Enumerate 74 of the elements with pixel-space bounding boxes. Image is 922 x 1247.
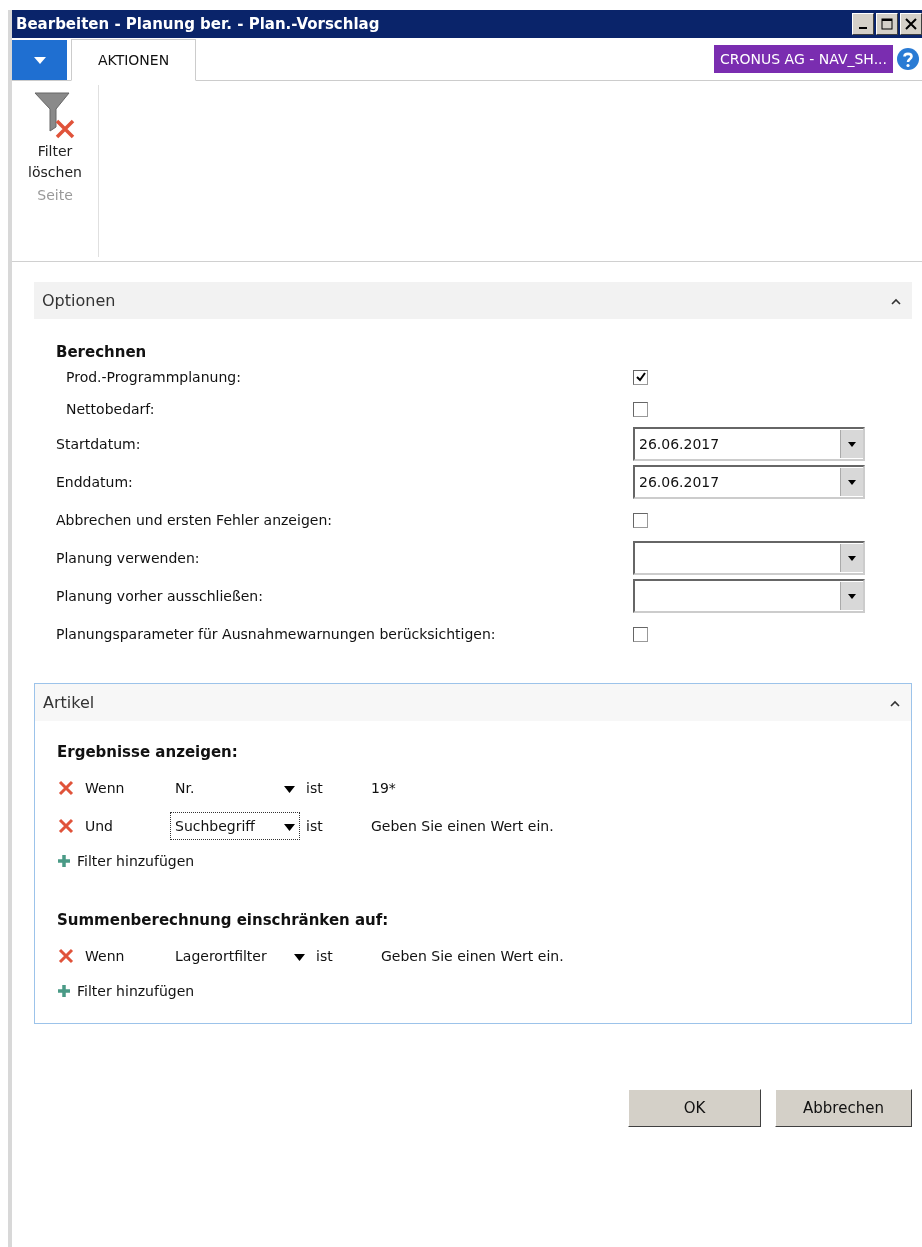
dropdown-button[interactable] bbox=[840, 544, 863, 572]
close-icon bbox=[905, 18, 917, 30]
field-label: Abbrechen und ersten Fehler anzeigen: bbox=[56, 512, 333, 528]
minimize-icon bbox=[859, 27, 867, 29]
caret-icon bbox=[284, 824, 295, 831]
add-filter-link[interactable]: Filter hinzufügen bbox=[57, 975, 195, 1007]
section-title: Artikel bbox=[43, 693, 95, 712]
filter-operator: Und bbox=[85, 818, 114, 834]
dropdown-field[interactable] bbox=[633, 579, 865, 613]
date-field[interactable]: 26.06.2017 bbox=[633, 465, 865, 499]
minimize-button[interactable] bbox=[852, 13, 874, 35]
field-label: Startdatum: bbox=[56, 436, 142, 452]
dropdown-button[interactable] bbox=[840, 430, 863, 458]
checkbox[interactable] bbox=[633, 512, 648, 528]
remove-icon[interactable] bbox=[57, 817, 75, 835]
checkmark-icon bbox=[635, 372, 646, 382]
caret-icon bbox=[294, 954, 305, 961]
caret-icon bbox=[848, 441, 856, 447]
field-label: Planung vorher ausschließen: bbox=[56, 588, 264, 604]
caret-icon bbox=[848, 593, 856, 599]
caret-icon bbox=[848, 555, 856, 561]
chevron-icon[interactable] bbox=[889, 698, 901, 707]
chevron-icon[interactable] bbox=[890, 296, 902, 305]
dropdown-button[interactable] bbox=[840, 582, 863, 610]
clear-filter-button[interactable]: Filter löschen bbox=[20, 91, 90, 183]
section-header[interactable]: Artikel bbox=[35, 684, 911, 721]
filter-value-placeholder[interactable]: Geben Sie einen Wert ein. bbox=[371, 818, 554, 834]
filter-field-select[interactable]: Nr. bbox=[170, 774, 300, 802]
filter-relation: ist bbox=[316, 948, 334, 964]
group-label: Seite bbox=[37, 187, 73, 203]
filter-operator: Wenn bbox=[85, 948, 126, 964]
field-label: Enddatum: bbox=[56, 474, 134, 490]
add-filter-link[interactable]: Filter hinzufügen bbox=[57, 845, 195, 877]
company-badge[interactable]: CRONUS AG - NAV_SH... bbox=[714, 45, 893, 73]
help-icon[interactable] bbox=[896, 47, 920, 71]
filter-field-select[interactable]: Lagerortfilter bbox=[170, 942, 310, 970]
field-label: Nettobedarf: bbox=[65, 401, 156, 417]
ok-button[interactable]: OK bbox=[628, 1089, 761, 1127]
section-header[interactable]: Optionen bbox=[34, 282, 912, 319]
checkbox[interactable] bbox=[633, 369, 648, 385]
filter-value-placeholder[interactable]: Geben Sie einen Wert ein. bbox=[381, 948, 564, 964]
remove-icon[interactable] bbox=[57, 779, 75, 797]
close-button[interactable] bbox=[900, 13, 922, 35]
group-heading: Berechnen bbox=[56, 342, 148, 361]
field-label: Prod.-Programmplanung: bbox=[65, 369, 242, 385]
window-title: Bearbeiten - Planung ber. - Plan.-Vorschlag bbox=[16, 15, 380, 33]
caret-icon bbox=[33, 56, 46, 64]
plus-icon bbox=[57, 854, 71, 868]
caret-icon bbox=[848, 479, 856, 485]
maximize-icon bbox=[881, 18, 893, 30]
filter-field-select[interactable]: Suchbegriff bbox=[170, 812, 300, 840]
plus-icon bbox=[57, 984, 71, 998]
field-label: Planung verwenden: bbox=[56, 550, 201, 566]
field-value: 26.06.2017 bbox=[639, 436, 720, 452]
filter-relation: ist bbox=[306, 780, 324, 796]
filter-relation: ist bbox=[306, 818, 324, 834]
date-field[interactable]: 26.06.2017 bbox=[633, 427, 865, 461]
filter-operator: Wenn bbox=[85, 780, 126, 796]
cancel-button[interactable]: Abbrechen bbox=[775, 1089, 912, 1127]
dropdown-button[interactable] bbox=[840, 468, 863, 496]
dropdown-field[interactable] bbox=[633, 541, 865, 575]
filter-value[interactable]: 19* bbox=[371, 780, 396, 796]
field-label: Planungsparameter für Ausnahmewarnungen berücksichtigen: bbox=[56, 626, 497, 642]
ribbon-tab[interactable]: AKTIONEN bbox=[71, 39, 197, 81]
field-value: 26.06.2017 bbox=[639, 474, 720, 490]
remove-icon[interactable] bbox=[57, 947, 75, 965]
checkbox[interactable] bbox=[633, 401, 648, 417]
caret-icon bbox=[284, 786, 295, 793]
section-heading: Ergebnisse anzeigen: bbox=[57, 743, 239, 761]
maximize-button[interactable] bbox=[876, 13, 898, 35]
section-heading: Summenberechnung einschränken auf: bbox=[57, 911, 390, 929]
filter-clear-icon bbox=[33, 91, 77, 141]
checkbox[interactable] bbox=[633, 626, 648, 642]
section-title: Optionen bbox=[42, 291, 116, 310]
